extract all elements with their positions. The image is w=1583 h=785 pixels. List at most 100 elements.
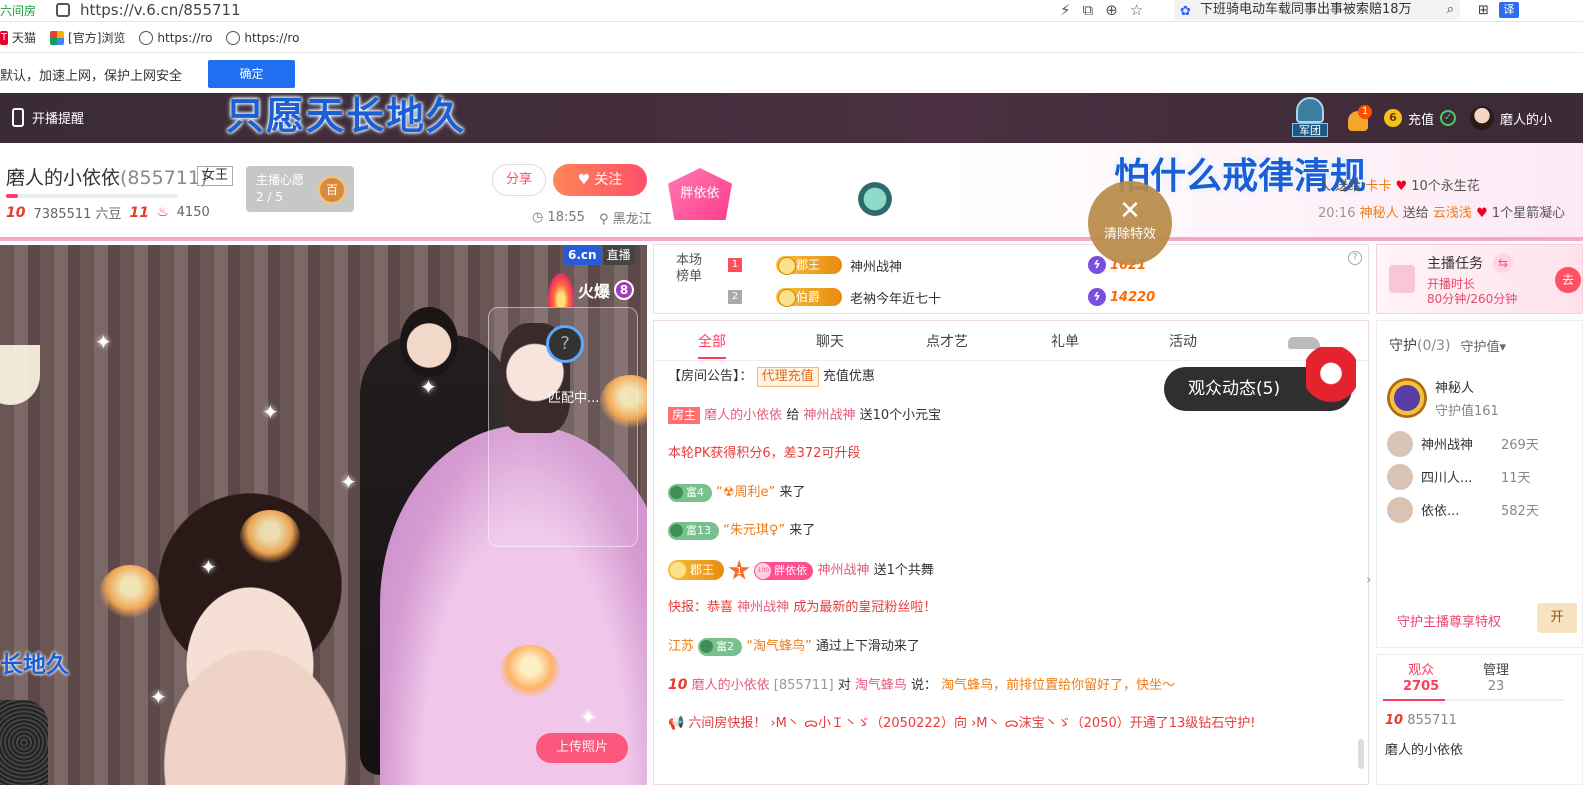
- list-item[interactable]: 神州战神 269天: [1387, 427, 1539, 460]
- bookmark-official[interactable]: [官方]浏览: [50, 29, 125, 46]
- swap-icon[interactable]: ⇆: [1493, 253, 1513, 273]
- army-label: 军团: [1292, 123, 1328, 137]
- chat-user[interactable]: 磨人的小依依: [704, 408, 782, 423]
- share-button[interactable]: 分享: [492, 164, 546, 196]
- search-icon[interactable]: ⌕: [1447, 0, 1454, 20]
- guard-header: 守护(0/3) 守护值▾: [1389, 335, 1506, 355]
- notification-button[interactable]: 1: [1346, 105, 1372, 131]
- fan-level: 11: [129, 204, 149, 221]
- pet-icon[interactable]: [854, 181, 896, 217]
- guard-top-item[interactable]: 神秘人 守护值161: [1387, 377, 1499, 419]
- rank-row[interactable]: 1 郡王 神州战神 ϟ 1621: [728, 253, 1146, 277]
- sparkle-icon: ✦: [262, 400, 279, 424]
- sparkle-icon: ✦: [150, 685, 167, 709]
- list-item[interactable]: 依依... 582天: [1387, 493, 1539, 526]
- task-line1: 开播时长: [1427, 277, 1476, 291]
- browser-search-box[interactable]: ✿ 下班骑电动车载同事出事被索赔18万 ⌕: [1174, 0, 1460, 20]
- chat-target[interactable]: 淘气蜂鸟: [855, 678, 907, 693]
- chat-text: 六间房快报！ ›M丶 ᯅ小Ｉ丶ゞ（2050222）向 ›M丶 ᯅ沫宝丶ゞ（205…: [688, 715, 1256, 731]
- rank-row[interactable]: 2 伯爵 老衲今年近七十 ϟ 14220: [728, 285, 1155, 309]
- chevron-right-icon[interactable]: ›: [1366, 572, 1372, 588]
- globe-icon: [139, 30, 154, 45]
- zoom-icon[interactable]: ⊕: [1105, 1, 1118, 19]
- help-icon[interactable]: ?: [1348, 251, 1362, 265]
- upload-photo-button[interactable]: 上传照片: [536, 733, 628, 763]
- bookmark-link-1[interactable]: https://ro: [139, 30, 212, 45]
- tab-admin[interactable]: 管理 23: [1483, 663, 1509, 695]
- chat-user[interactable]: 磨人的小依依: [692, 678, 770, 693]
- chat-text: 通过上下滑动来了: [815, 638, 920, 654]
- tab-gift-list[interactable]: 礼单: [1051, 331, 1079, 351]
- rank-value-text: 14220: [1110, 289, 1156, 305]
- chat-user[interactable]: “淘气蜂鸟”: [746, 639, 811, 654]
- gift-time: 20:16: [1318, 206, 1356, 221]
- url-input[interactable]: https://v.6.cn/855711: [80, 0, 241, 20]
- tab-underline-active: [1383, 699, 1445, 701]
- screenshot-icon[interactable]: ⧉: [1083, 1, 1094, 19]
- apps-icon: [50, 30, 65, 45]
- bookmark-label: 天猫: [12, 31, 37, 45]
- sparkle-icon: ✦: [420, 375, 437, 399]
- chat-user[interactable]: “朱元琪♀”: [723, 523, 785, 538]
- guard-open-button[interactable]: 开: [1537, 603, 1577, 633]
- task-go-button[interactable]: 去: [1555, 267, 1581, 293]
- chat-user[interactable]: “☢周利e”: [716, 485, 775, 500]
- tab-talent[interactable]: 点才艺: [926, 331, 968, 351]
- guard-sort-dropdown[interactable]: 守护值▾: [1460, 336, 1506, 355]
- host-wish-card[interactable]: 主播心愿 2 / 5 百: [246, 166, 354, 212]
- tab-activity[interactable]: 活动: [1169, 331, 1197, 351]
- wealth-badge: 富4: [668, 483, 712, 502]
- follow-button[interactable]: ♥ 关注: [553, 164, 647, 196]
- wealth-badge: 富13: [668, 522, 719, 540]
- header-right: 军团 1 6 充值 ✓ 磨人的小: [1288, 97, 1552, 139]
- chat-user[interactable]: 神州战神: [817, 563, 869, 578]
- fan-club-badge[interactable]: 胖依依: [668, 168, 732, 220]
- tab-all[interactable]: 全部: [698, 331, 726, 359]
- chat-scrollbar[interactable]: [1358, 739, 1364, 769]
- calendar-icon: [1389, 265, 1415, 293]
- guard-privilege-link[interactable]: 守护主播尊享特权: [1397, 611, 1501, 630]
- guard-list: 神州战神 269天 四川人... 11天 依依... 582天: [1387, 427, 1539, 526]
- clear-effects-button[interactable]: ✕ 清除特效: [1088, 181, 1172, 265]
- tab-chat[interactable]: 聊天: [816, 331, 844, 351]
- audience-item[interactable]: 10 855711: [1385, 713, 1457, 728]
- user-id: 855711: [1407, 713, 1457, 728]
- rank-value: ϟ 14220: [1088, 288, 1155, 306]
- host-info-bar: 磨人的小依依(855711) 女王 10 7385511 六豆 11 ♨ 415…: [0, 143, 1583, 241]
- confirm-button[interactable]: 确定: [208, 60, 295, 88]
- guard-days: 11天: [1501, 471, 1531, 486]
- announcement-tag[interactable]: 代理充值: [756, 367, 819, 387]
- chat-room-id: [855711]: [773, 678, 834, 693]
- guard-title-text: 守护: [1389, 338, 1417, 354]
- list-item[interactable]: 四川人... 11天: [1387, 460, 1539, 493]
- live-remind-button[interactable]: 开播提醒: [12, 108, 84, 127]
- address-tools: ⚡ ⧉ ⊕ ☆: [1060, 0, 1143, 20]
- lightning-icon[interactable]: ⚡: [1060, 1, 1071, 19]
- user-menu[interactable]: 磨人的小: [1470, 106, 1552, 130]
- chat-target[interactable]: 神州战神: [803, 408, 855, 423]
- host-name-text: 磨人的小依依: [6, 167, 121, 189]
- megaphone-icon: 📢: [668, 715, 685, 731]
- guard-name: 神州战神: [1421, 438, 1474, 453]
- apps-grid-icon[interactable]: ⊞: [1478, 3, 1489, 18]
- heart-icon: ♥: [1476, 206, 1488, 221]
- chat-messages: 【房间公告】： 代理充值 充值优惠 房主 磨人的小依依 给 神州战神 送10个小…: [668, 367, 1358, 752]
- audience-item-name[interactable]: 磨人的小依依: [1385, 739, 1463, 758]
- live-time: 18:55: [547, 210, 585, 225]
- tab-audience[interactable]: 观众 2705: [1403, 663, 1439, 695]
- army-button[interactable]: 军团: [1288, 97, 1332, 139]
- guard-name: 神秘人: [1435, 381, 1475, 396]
- rank-board: 本场榜单 1 郡王 神州战神 ϟ 1621 2 伯爵 老衲今年近七十 ϟ 14220…: [653, 244, 1369, 314]
- star-icon[interactable]: ☆: [1130, 1, 1143, 19]
- noble-badge: 郡王: [776, 256, 842, 275]
- bookmark-tmall[interactable]: T 天猫: [0, 29, 36, 46]
- translate-icon[interactable]: 译: [1498, 2, 1519, 18]
- bookmark-link-2[interactable]: https://ro: [226, 30, 299, 45]
- gift-name: 1个星箭凝心: [1491, 206, 1566, 221]
- live-video[interactable]: 6.cn 直播 火爆 8 ? 匹配中... 长地久 上传照片 ✦ ✦ ✦ ✦ ✦…: [0, 245, 647, 785]
- chat-user[interactable]: 神州战神: [737, 600, 789, 615]
- audience-activity-button[interactable]: 观众动态(5): [1164, 347, 1356, 413]
- recharge-button[interactable]: 6 充值 ✓: [1384, 109, 1457, 128]
- room-id: (855711): [120, 167, 208, 189]
- chat-text: 来了: [779, 484, 806, 500]
